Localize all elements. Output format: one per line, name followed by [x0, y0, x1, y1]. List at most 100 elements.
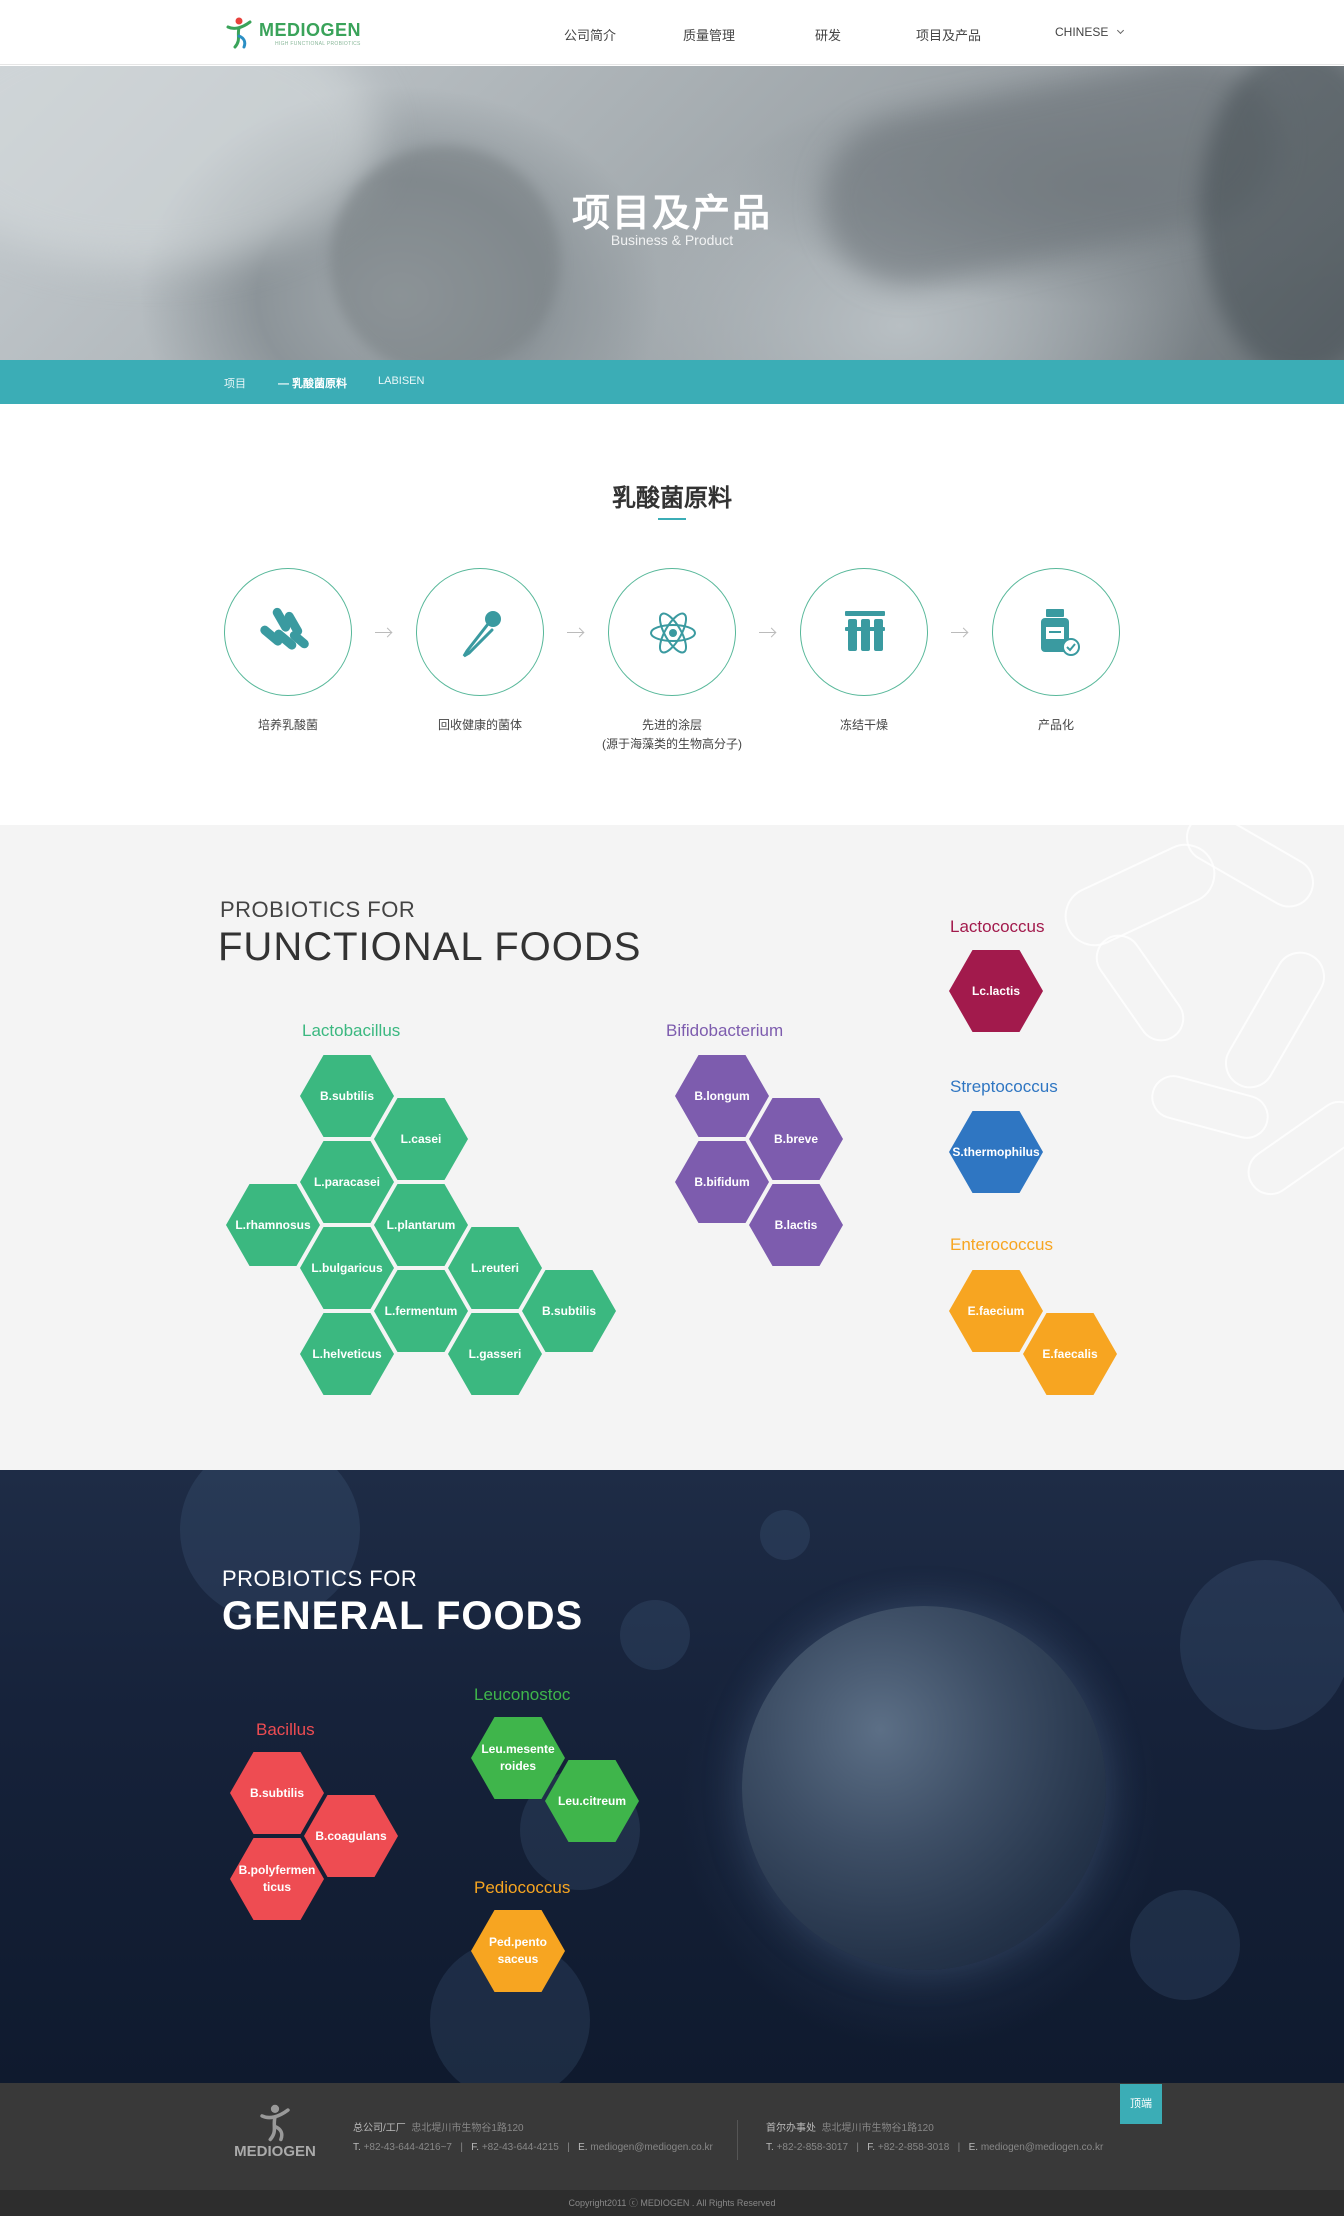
language-selector[interactable]: CHINESE	[1055, 25, 1125, 39]
process-title: 乳酸菌原料	[612, 485, 732, 512]
dropper-icon	[462, 611, 501, 658]
lactobacillus-label: Lactobacillus	[274, 1021, 400, 1041]
strain-hex[interactable]: L.reuteri	[448, 1227, 542, 1309]
strain-hex[interactable]: Lc.lactis	[949, 950, 1043, 1032]
logo-tagline: HIGH FUNCTIONAL PROBIOTICS	[275, 41, 361, 47]
strain-hex[interactable]: L.casei	[374, 1098, 468, 1180]
step-label-freeze-dry: 冻结干燥	[839, 718, 888, 732]
enterococcus-label: Enterococcus	[922, 1235, 1053, 1255]
hq-fax: +82-43-644-4215	[481, 2142, 559, 2153]
general-subheading: PROBIOTICS FOR	[222, 1566, 418, 1591]
step-arrow-icon	[951, 629, 969, 637]
seoul-address-text: 忠北堤川市生物谷1路120	[821, 2123, 934, 2134]
breadcrumb-labisen[interactable]: LABISEN	[378, 375, 424, 387]
strain-hex[interactable]: L.rhamnosus	[226, 1184, 320, 1266]
step-label-culture: 培养乳酸菌	[257, 718, 318, 732]
step-productize	[992, 568, 1120, 696]
strain-hex[interactable]: L.bulgaricus	[300, 1227, 394, 1309]
microbe-sphere-image	[742, 1606, 1106, 1970]
strain-hex[interactable]: B.subtilis	[230, 1752, 324, 1834]
breadcrumb-business[interactable]: 项目	[224, 375, 246, 391]
lactobacillus-name: Lactobacillus	[302, 1021, 401, 1040]
step-arrow-icon	[567, 629, 585, 637]
strain-hex[interactable]: L.fermentum	[374, 1270, 468, 1352]
bubble-decoration	[1180, 1560, 1344, 1730]
bubble-decoration	[760, 1510, 810, 1560]
bacteria-icon	[260, 607, 309, 650]
nav-business[interactable]: 项目及产品	[916, 25, 981, 44]
hero-bacterium-shape	[330, 146, 560, 360]
pediococcus-name: Pediococcus	[474, 1878, 571, 1897]
functional-foods-section: PROBIOTICS FOR FUNCTIONAL FOODS Lactobac…	[0, 825, 1344, 1470]
nav-company[interactable]: 公司简介	[564, 25, 616, 44]
breadcrumb-lactic-material[interactable]: — 乳酸菌原料	[278, 375, 347, 391]
pediococcus-label: Pediococcus	[446, 1878, 570, 1898]
bacteria-decoration	[1086, 925, 1194, 1051]
hq-address-text: 忠北堤川市生物谷1路120	[411, 2123, 524, 2134]
footer-logo: MEDIOGEN	[232, 2103, 318, 2167]
nav-rnd[interactable]: 研发	[815, 25, 841, 44]
strain-hex[interactable]: B.polyfermen ticus	[230, 1838, 324, 1920]
logo-figure-icon	[226, 17, 252, 49]
step-label-coating: 先进的涂层 (源于海藻类的生物高分子)	[602, 718, 742, 751]
enterococcus-name: Enterococcus	[950, 1235, 1053, 1254]
seoul-tel: +82-2-858-3017	[776, 2142, 849, 2153]
chevron-down-icon	[1117, 26, 1125, 35]
functional-heading: FUNCTIONAL FOODS	[218, 925, 642, 969]
nav-quality[interactable]: 质量管理	[683, 25, 735, 44]
seoul-address: 首尔办事处 忠北堤川市生物谷1路120	[766, 2119, 934, 2134]
logo-figure-icon	[260, 2104, 290, 2142]
bacillus-label: Bacillus	[228, 1720, 315, 1740]
strain-hex[interactable]: E.faecium	[949, 1270, 1043, 1352]
step-arrow-icon	[375, 629, 393, 637]
step-culture	[224, 568, 352, 696]
step-arrow-icon	[759, 629, 777, 637]
hq-label: 总公司/工厂	[353, 2123, 406, 2134]
strain-hex[interactable]: L.gasseri	[448, 1313, 542, 1395]
site-header: MEDIOGEN HIGH FUNCTIONAL PROBIOTICS 公司简介…	[0, 0, 1344, 65]
strain-hex[interactable]: B.coagulans	[304, 1795, 398, 1877]
strain-hex[interactable]: B.breve	[749, 1098, 843, 1180]
strain-hex[interactable]: E.faecalis	[1023, 1313, 1117, 1395]
page-subtitle: Business & Product	[610, 232, 734, 248]
seoul-email[interactable]: mediogen@mediogen.co.kr	[981, 2142, 1103, 2153]
bacteria-decoration	[1215, 942, 1335, 1098]
logo-text: MEDIOGEN	[259, 20, 362, 40]
strain-hex[interactable]: B.subtilis	[522, 1270, 616, 1352]
strain-hex[interactable]: L.paracasei	[300, 1141, 394, 1223]
product-jar-icon	[1041, 609, 1080, 656]
general-foods-section: PROBIOTICS FOR GENERAL FOODS Bacillus Le…	[0, 1470, 1344, 2083]
streptococcus-name: Streptococcus	[950, 1077, 1058, 1096]
strain-hex[interactable]: L.helveticus	[300, 1313, 394, 1395]
lactococcus-label: Lactococcus	[922, 917, 1045, 937]
hq-contacts: T. +82-43-644-4216~7 | F. +82-43-644-421…	[353, 2142, 713, 2153]
seoul-contacts: T. +82-2-858-3017 | F. +82-2-858-3018 | …	[766, 2142, 1104, 2153]
back-to-top-button[interactable]: 顶端	[1120, 2084, 1162, 2124]
copyright: Copyright2011 ⓒ MEDIOGEN . All Rights Re…	[0, 2190, 1344, 2216]
seoul-fax: +82-2-858-3018	[877, 2142, 950, 2153]
hq-email[interactable]: mediogen@mediogen.co.kr	[590, 2142, 712, 2153]
breadcrumb: 项目 — 乳酸菌原料 LABISEN	[0, 360, 1344, 404]
step-label-recover: 回收健康的菌体	[437, 718, 522, 732]
strain-hex[interactable]: L.plantarum	[374, 1184, 468, 1266]
leuconostoc-label: Leuconostoc	[446, 1685, 570, 1705]
strain-hex[interactable]: B.longum	[675, 1055, 769, 1137]
mediogen-logo[interactable]: MEDIOGEN HIGH FUNCTIONAL PROBIOTICS	[222, 16, 361, 50]
hq-tel: +82-43-644-4216~7	[363, 2142, 452, 2153]
title-underline	[658, 518, 686, 520]
footer-logo-text: MEDIOGEN	[234, 2143, 316, 2160]
strain-hex[interactable]: B.bifidum	[675, 1141, 769, 1223]
language-label: CHINESE	[1055, 25, 1109, 39]
functional-subheading: PROBIOTICS FOR	[220, 897, 416, 922]
strain-hex[interactable]: B.subtilis	[300, 1055, 394, 1137]
bubble-decoration	[1130, 1890, 1240, 2000]
test-tubes-icon	[845, 611, 885, 651]
leuconostoc-name: Leuconostoc	[474, 1685, 571, 1704]
page-title: 项目及产品	[571, 193, 772, 235]
footer-divider	[737, 2120, 738, 2160]
strain-hex[interactable]: B.lactis	[749, 1184, 843, 1266]
general-heading: GENERAL FOODS	[222, 1594, 584, 1638]
strain-hex[interactable]: S.thermophilus	[949, 1111, 1043, 1193]
bubble-decoration	[620, 1600, 690, 1670]
bifidobacterium-name: Bifidobacterium	[666, 1021, 784, 1040]
